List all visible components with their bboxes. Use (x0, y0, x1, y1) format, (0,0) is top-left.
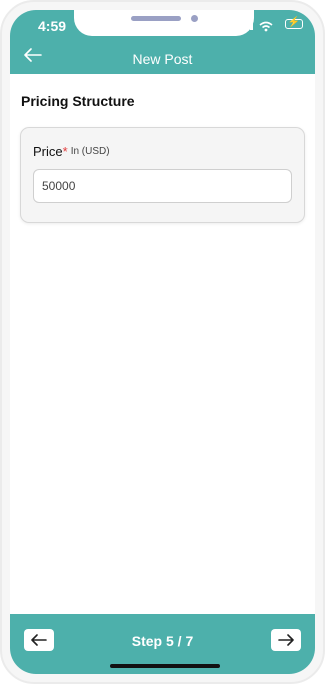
price-unit: In (USD) (70, 146, 110, 157)
status-time: 4:59 (38, 18, 67, 34)
required-marker: * (62, 144, 68, 159)
signal-icon (250, 21, 253, 30)
price-label-text: Price (33, 144, 63, 159)
charging-icon: ⚡ (287, 17, 300, 28)
price-input[interactable] (33, 169, 292, 203)
section-title: Pricing Structure (21, 93, 135, 109)
price-card: Price* In (USD) (20, 127, 305, 223)
camera-dot (191, 15, 198, 22)
wizard-footer: Step 5 / 7 (10, 614, 315, 674)
speaker-grille (131, 16, 181, 21)
step-indicator: Step 5 / 7 (131, 633, 194, 649)
home-indicator[interactable] (110, 664, 220, 668)
app-screen: 4:59 ⚡ New Post Pricing Structure Price*… (10, 10, 315, 674)
arrow-right-icon (278, 634, 294, 646)
device-notch (74, 10, 254, 36)
page-title: New Post (132, 51, 193, 67)
phone-frame: 4:59 ⚡ New Post Pricing Structure Price*… (0, 0, 325, 684)
next-step-button[interactable] (271, 629, 301, 651)
app-header: 4:59 ⚡ New Post (10, 10, 315, 74)
price-label: Price* In (USD) (33, 144, 110, 159)
wifi-icon (259, 19, 273, 37)
